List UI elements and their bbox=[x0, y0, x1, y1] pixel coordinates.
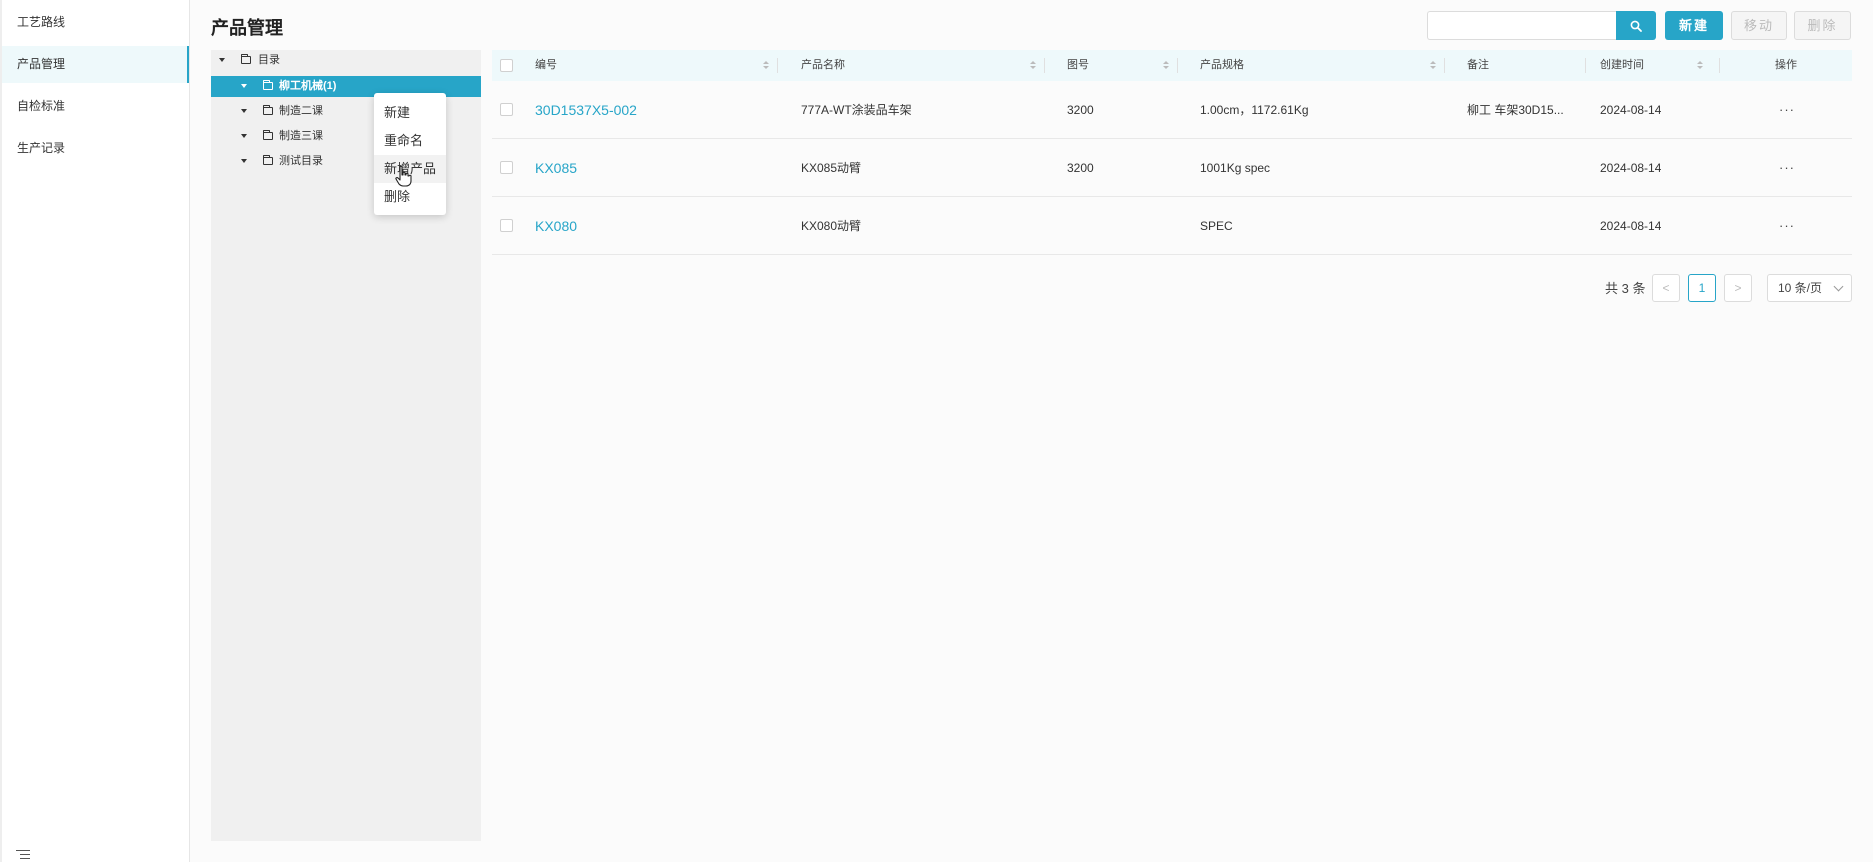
context-menu: 新建 重命名 新增产品 删除 bbox=[374, 93, 446, 215]
column-header-actions: 操作 bbox=[1775, 59, 1797, 71]
sidebar: 工艺路线 产品管理 自检标准 生产记录 bbox=[0, 0, 190, 862]
next-page-button[interactable]: > bbox=[1724, 274, 1752, 302]
sidebar-item-production-records[interactable]: 生产记录 bbox=[2, 130, 189, 167]
product-name-cell: 777A-WT涂装品车架 bbox=[801, 103, 912, 117]
product-table: 编号 产品名称 图号 产品规格 备注 创建时间 操作 30D1537X5-002… bbox=[492, 50, 1852, 255]
more-actions-icon[interactable]: ··· bbox=[1779, 81, 1795, 139]
app-root: 工艺路线 产品管理 自检标准 生产记录 产品管理 新建 移动 删除 目录 柳工机… bbox=[0, 0, 1873, 862]
table-header: 编号 产品名称 图号 产品规格 备注 创建时间 操作 bbox=[492, 50, 1852, 81]
chevron-left-icon: < bbox=[1662, 281, 1670, 295]
sidebar-item-product-management[interactable]: 产品管理 bbox=[2, 46, 189, 83]
more-actions-icon[interactable]: ··· bbox=[1779, 139, 1795, 197]
column-header-remark: 备注 bbox=[1467, 59, 1489, 71]
page-number-button[interactable]: 1 bbox=[1688, 274, 1716, 302]
tree-node-label: 测试目录 bbox=[279, 155, 323, 167]
sort-icon[interactable] bbox=[763, 61, 769, 70]
sidebar-item-process-route[interactable]: 工艺路线 bbox=[2, 4, 189, 41]
tree-node-label: 制造三课 bbox=[279, 130, 323, 142]
folder-icon bbox=[263, 105, 273, 115]
tree-node-root[interactable]: 目录 bbox=[211, 50, 481, 71]
remark-cell bbox=[1467, 197, 1577, 255]
sort-icon[interactable] bbox=[1697, 61, 1703, 70]
search-input[interactable] bbox=[1427, 11, 1617, 40]
tree-node-label: 柳工机械(1) bbox=[279, 80, 337, 92]
caret-down-icon[interactable] bbox=[241, 159, 247, 163]
remark-cell: 柳工 车架30D15... bbox=[1467, 103, 1564, 117]
more-actions-icon[interactable]: ··· bbox=[1779, 197, 1795, 255]
product-name-cell: KX085动臂 bbox=[801, 161, 862, 175]
folder-icon bbox=[263, 80, 273, 90]
column-header-spec[interactable]: 产品规格 bbox=[1200, 50, 1244, 81]
caret-down-icon[interactable] bbox=[241, 134, 247, 138]
search-button[interactable] bbox=[1616, 11, 1656, 40]
collapse-menu-icon[interactable] bbox=[16, 850, 30, 860]
context-menu-delete[interactable]: 删除 bbox=[374, 183, 446, 211]
caret-down-icon[interactable] bbox=[219, 58, 225, 62]
delete-button[interactable]: 删除 bbox=[1794, 11, 1851, 40]
hand-cursor-icon bbox=[395, 165, 412, 187]
chevron-right-icon: > bbox=[1734, 281, 1742, 295]
prev-page-button[interactable]: < bbox=[1652, 274, 1680, 302]
row-checkbox[interactable] bbox=[500, 103, 513, 116]
pagination-total: 共 3 条 bbox=[1605, 281, 1646, 296]
sort-icon[interactable] bbox=[1163, 61, 1169, 70]
table-row: KX080 KX080动臂 SPEC 2024-08-14 ··· bbox=[492, 197, 1852, 255]
spec-cell: 1.00cm，1172.61Kg bbox=[1200, 103, 1309, 117]
caret-down-icon[interactable] bbox=[241, 84, 247, 88]
drawing-no-cell: 3200 bbox=[1067, 103, 1094, 117]
column-header-code[interactable]: 编号 bbox=[535, 50, 557, 81]
row-checkbox[interactable] bbox=[500, 219, 513, 232]
page-size-select[interactable]: 10 条/页 bbox=[1767, 274, 1852, 302]
tree-node-label: 制造二课 bbox=[279, 105, 323, 117]
caret-down-icon[interactable] bbox=[241, 109, 247, 113]
remark-cell bbox=[1467, 139, 1577, 197]
spec-cell: 1001Kg spec bbox=[1200, 161, 1271, 175]
created-time-cell: 2024-08-14 bbox=[1600, 161, 1662, 175]
new-button[interactable]: 新建 bbox=[1665, 11, 1723, 40]
search-icon bbox=[1630, 20, 1642, 32]
folder-icon bbox=[263, 130, 273, 140]
column-divider bbox=[1585, 58, 1586, 73]
product-code-link[interactable]: KX080 bbox=[535, 197, 577, 255]
sort-icon[interactable] bbox=[1030, 61, 1036, 70]
page-size-value: 10 条/页 bbox=[1778, 281, 1823, 295]
drawing-no-cell: 3200 bbox=[1067, 161, 1094, 175]
created-time-cell: 2024-08-14 bbox=[1600, 103, 1662, 117]
column-header-created-time[interactable]: 创建时间 bbox=[1600, 50, 1644, 81]
sort-icon[interactable] bbox=[1430, 61, 1436, 70]
table-row: KX085 KX085动臂 3200 1001Kg spec 2024-08-1… bbox=[492, 139, 1852, 197]
product-code-link[interactable]: KX085 bbox=[535, 139, 577, 197]
created-time-cell: 2024-08-14 bbox=[1600, 219, 1662, 233]
table-row: 30D1537X5-002 777A-WT涂装品车架 3200 1.00cm，1… bbox=[492, 81, 1852, 139]
select-all-checkbox[interactable] bbox=[500, 59, 513, 72]
product-name-cell: KX080动臂 bbox=[801, 219, 862, 233]
column-divider bbox=[1044, 58, 1045, 73]
column-header-drawing-no[interactable]: 图号 bbox=[1067, 50, 1089, 81]
column-header-product-name[interactable]: 产品名称 bbox=[801, 50, 845, 81]
chevron-down-icon bbox=[1833, 281, 1844, 292]
tree-node-label: 目录 bbox=[258, 54, 280, 66]
column-divider bbox=[1177, 58, 1178, 73]
context-menu-new[interactable]: 新建 bbox=[374, 99, 446, 127]
column-divider bbox=[777, 58, 778, 73]
move-button[interactable]: 移动 bbox=[1731, 11, 1787, 40]
spec-cell: SPEC bbox=[1200, 219, 1233, 233]
sidebar-item-self-inspection[interactable]: 自检标准 bbox=[2, 88, 189, 125]
folder-icon bbox=[263, 155, 273, 165]
product-code-link[interactable]: 30D1537X5-002 bbox=[535, 81, 637, 139]
column-divider bbox=[1444, 58, 1445, 73]
row-checkbox[interactable] bbox=[500, 161, 513, 174]
page-title: 产品管理 bbox=[211, 18, 283, 38]
context-menu-rename[interactable]: 重命名 bbox=[374, 127, 446, 155]
column-divider bbox=[1719, 58, 1720, 73]
folder-icon bbox=[241, 54, 251, 64]
